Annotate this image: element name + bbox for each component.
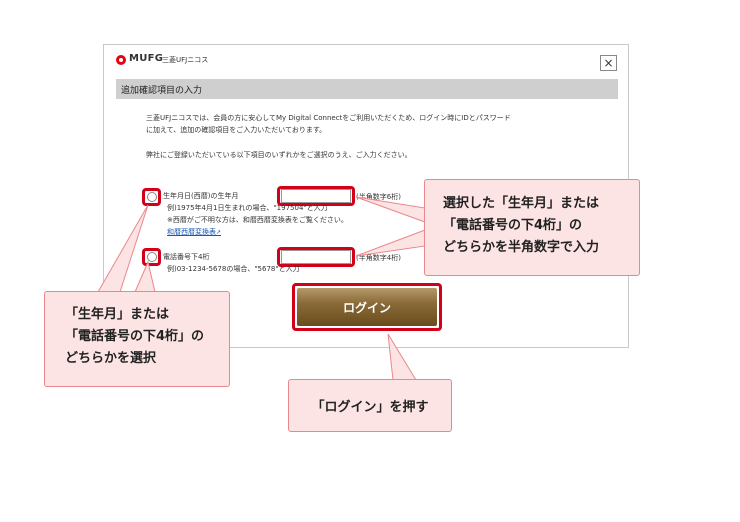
select-callout-line-1: 「生年月」または — [65, 307, 170, 322]
select-tail-bottom — [134, 260, 156, 293]
select-callout-line-3: どちらかを選択 — [65, 351, 157, 366]
press-callout: 「ログイン」を押す — [288, 379, 452, 432]
input-callout-line-2: 「電話番号の下4桁」の — [443, 218, 583, 233]
press-callout-text: 「ログイン」を押す — [311, 400, 429, 415]
input-callout-line-1: 選択した「生年月」または — [443, 196, 600, 211]
input-tail-bottom — [355, 229, 426, 257]
input-tail-top — [355, 196, 426, 223]
press-tail — [387, 333, 417, 381]
input-callout-line-3: どちらかを半角数字で入力 — [443, 240, 600, 255]
select-callout: 「生年月」または 「電話番号の下4桁」の どちらかを選択 — [44, 291, 230, 387]
input-callout: 選択した「生年月」または 「電話番号の下4桁」の どちらかを半角数字で入力 — [424, 179, 640, 276]
select-callout-line-2: 「電話番号の下4桁」の — [65, 329, 205, 344]
